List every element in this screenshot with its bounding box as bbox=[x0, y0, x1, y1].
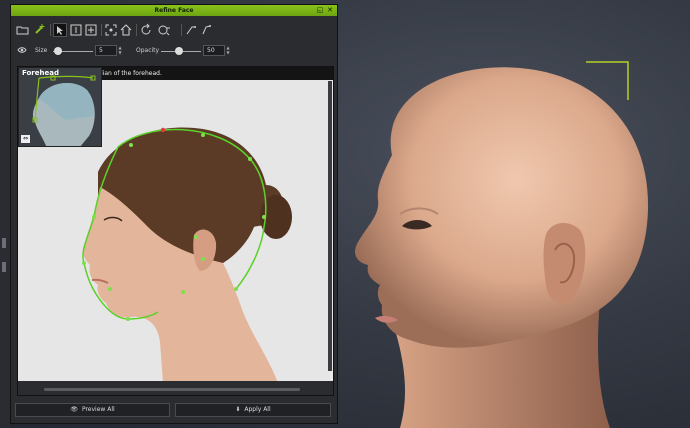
opacity-input[interactable]: 50 bbox=[203, 45, 225, 56]
left-dock-strip bbox=[0, 0, 10, 428]
region-label: Forehead bbox=[22, 69, 59, 77]
eye-icon: 👁 bbox=[70, 406, 78, 413]
toolbar-separator bbox=[181, 24, 182, 36]
size-input[interactable]: 5 bbox=[95, 45, 117, 56]
panel-titlebar[interactable]: Refine Face ◱ ✕ bbox=[11, 5, 337, 16]
opacity-label: Opacity bbox=[136, 47, 160, 54]
vertical-scrollbar[interactable] bbox=[328, 81, 332, 371]
toolbar bbox=[11, 19, 337, 41]
mirror-right-icon[interactable] bbox=[200, 23, 214, 37]
add-point-icon[interactable] bbox=[32, 23, 46, 37]
restore-icon[interactable]: ◱ bbox=[316, 6, 324, 14]
apply-all-label: Apply All bbox=[244, 406, 271, 413]
reset-icon[interactable] bbox=[157, 23, 171, 37]
select-icon[interactable] bbox=[53, 23, 67, 37]
panel-title: Refine Face bbox=[154, 7, 194, 14]
toolbar-separator bbox=[101, 24, 102, 36]
horizontal-scroll-area bbox=[18, 381, 333, 395]
toolbar-separator bbox=[50, 24, 51, 36]
size-stepper[interactable]: ▲ ▼ bbox=[117, 45, 123, 56]
size-slider-handle[interactable] bbox=[54, 47, 62, 55]
align-vertical-icon[interactable] bbox=[69, 23, 83, 37]
align-both-icon[interactable] bbox=[84, 23, 98, 37]
expand-icon[interactable]: ⇔ bbox=[21, 135, 30, 143]
mirror-left-icon[interactable] bbox=[184, 23, 198, 37]
fit-view-icon[interactable] bbox=[104, 23, 118, 37]
region-thumbnail[interactable]: Forehead ⇔ bbox=[18, 67, 102, 147]
preview-all-button[interactable]: 👁 Preview All bbox=[15, 403, 170, 417]
home-icon[interactable] bbox=[119, 23, 133, 37]
open-folder-icon[interactable] bbox=[16, 23, 30, 37]
visibility-eye-icon[interactable] bbox=[17, 45, 27, 55]
download-arrow-icon: ⬇ bbox=[235, 406, 241, 413]
reference-canvas[interactable]: Median of the forehead. Forehead ⇔ bbox=[17, 66, 334, 396]
thumbnail-head bbox=[19, 68, 101, 146]
horizontal-scrollbar[interactable] bbox=[44, 388, 300, 391]
opacity-stepper[interactable]: ▲ ▼ bbox=[225, 45, 231, 56]
preview-all-label: Preview All bbox=[81, 406, 115, 413]
active-point bbox=[160, 127, 166, 133]
rotate-icon[interactable] bbox=[139, 23, 153, 37]
apply-all-button[interactable]: ⬇ Apply All bbox=[175, 403, 331, 417]
dock-handle[interactable] bbox=[2, 238, 6, 248]
opacity-slider-handle[interactable] bbox=[175, 47, 183, 55]
refine-face-panel: Refine Face ◱ ✕ Size 5 ▲ ▼ Opacity 50 ▲ … bbox=[10, 4, 338, 424]
toolbar-separator bbox=[136, 24, 137, 36]
brush-settings-row: Size 5 ▲ ▼ Opacity 50 ▲ ▼ bbox=[11, 42, 337, 60]
size-label: Size bbox=[35, 47, 48, 54]
close-icon[interactable]: ✕ bbox=[326, 6, 334, 14]
dock-handle[interactable] bbox=[2, 262, 6, 272]
